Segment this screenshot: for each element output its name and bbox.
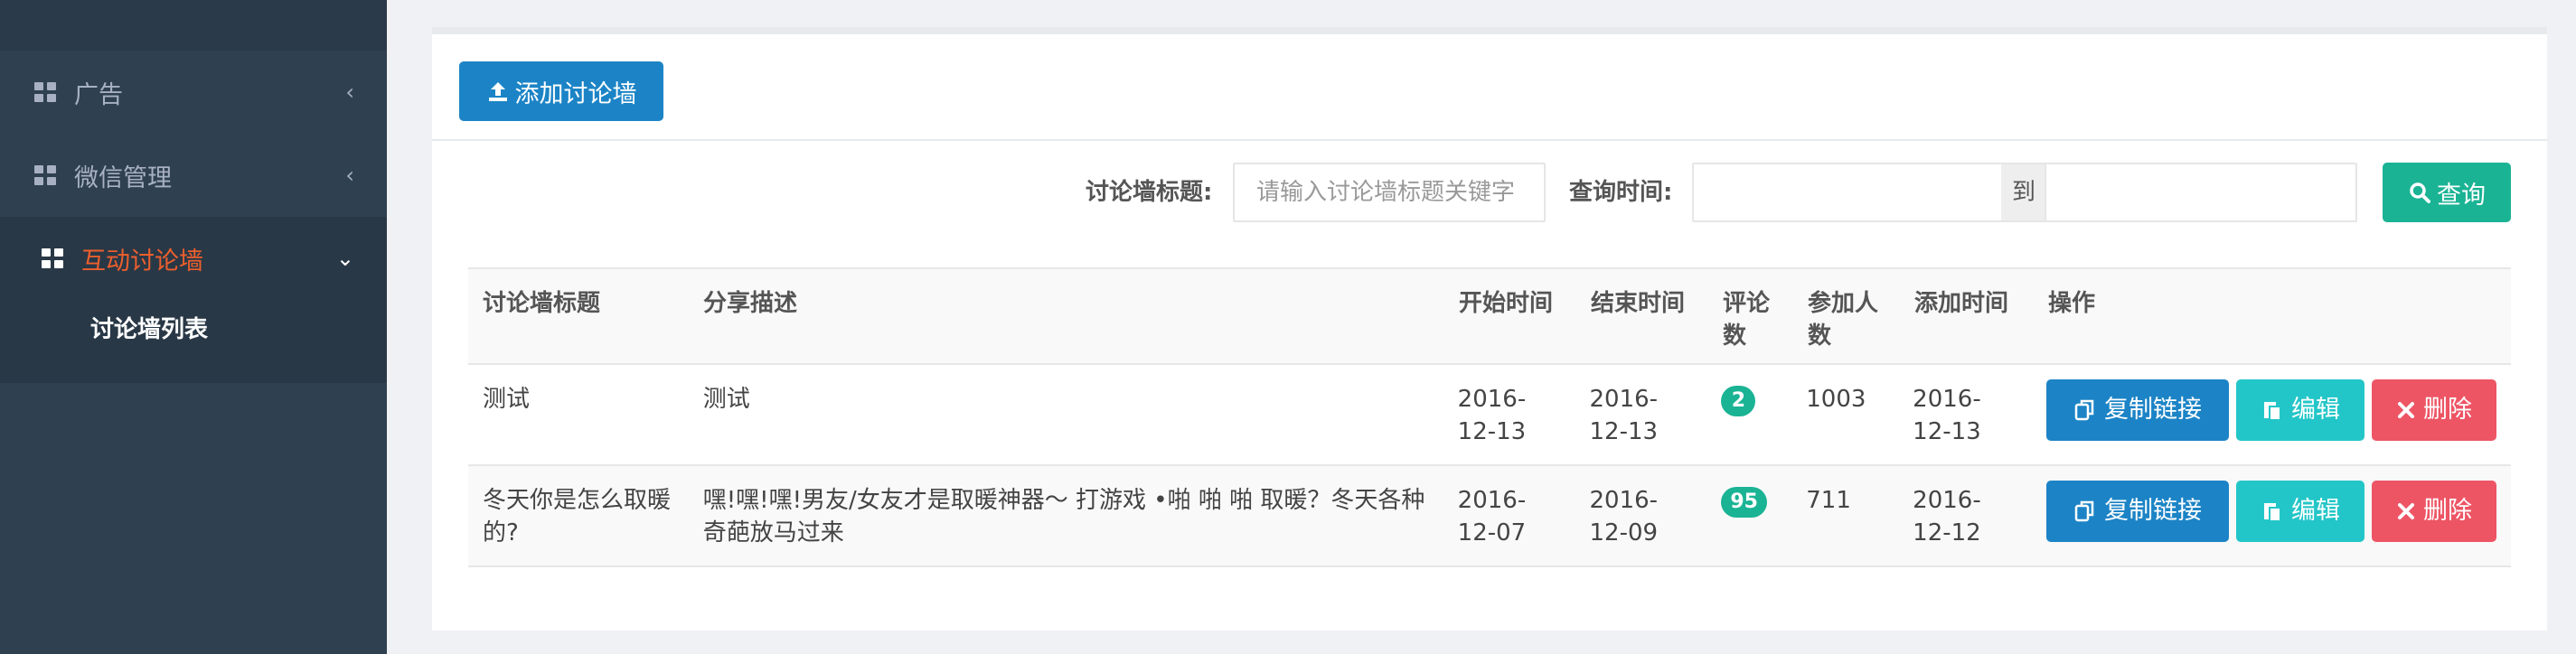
cell-title: 测试 [483, 386, 531, 413]
panel-header: 添加讨论墙 [432, 34, 2547, 141]
grid-icon [34, 82, 56, 102]
search-form: 讨论墙标题: 查询时间: 到 查询 [432, 163, 2547, 226]
grid-icon [34, 165, 56, 185]
time-filter-label: 查询时间: [1569, 179, 1673, 206]
cell-actions: 复制链接 编辑 删除 [2032, 466, 2511, 565]
delete-label: 删除 [2423, 396, 2472, 424]
sidebar-header [0, 0, 387, 51]
column-header[interactable]: 结束时间 [1576, 269, 1708, 363]
edit-button[interactable]: 编辑 [2236, 379, 2364, 441]
query-button[interactable]: 查询 [2383, 163, 2511, 222]
title-filter-label: 讨论墙标题: [1086, 179, 1213, 206]
delete-button[interactable]: 删除 [2372, 379, 2496, 441]
cell-added-time: 2016-12-13 [1913, 386, 1981, 445]
sidebar: 广告 ‹ 微信管理 ‹ 互动讨论墙 ⌄ 讨论墙列表 [0, 0, 387, 654]
sidebar-item-discussion-wall[interactable]: 互动讨论墙 ⌄ [0, 217, 387, 300]
chevron-down-icon: ⌄ [335, 246, 354, 271]
sidebar-item-label: 广告 [74, 80, 123, 109]
delete-button[interactable]: 删除 [2372, 481, 2496, 542]
copy-icon [2074, 399, 2094, 421]
edit-button[interactable]: 编辑 [2236, 481, 2364, 542]
table-header-row: 讨论墙标题 分享描述 开始时间 结束时间 评论数 参加人数 添加时间 操作 [468, 269, 2511, 365]
cell-comments: 95 [1706, 466, 1791, 565]
edit-icon [2264, 402, 2281, 421]
date-range-separator: 到 [2001, 163, 2046, 222]
column-header[interactable]: 分享描述 [689, 269, 1444, 363]
sidebar-submenu: 讨论墙列表 [0, 300, 387, 383]
close-icon [2398, 402, 2414, 418]
cell-participants: 1003 [1806, 386, 1866, 413]
copy-link-button[interactable]: 复制链接 [2046, 379, 2229, 441]
edit-icon [2264, 503, 2281, 522]
cell-actions: 复制链接 编辑 删除 [2032, 365, 2511, 464]
close-icon [2398, 503, 2414, 519]
query-label: 查询 [2437, 181, 2486, 210]
end-date-input[interactable] [2045, 163, 2357, 222]
cell-end-time: 2016-12-13 [1589, 386, 1659, 445]
delete-label: 删除 [2423, 497, 2472, 525]
cell-description: 测试 [702, 386, 750, 413]
cell-title: 冬天你是怎么取暖的? [483, 487, 672, 547]
add-wall-button[interactable]: 添加讨论墙 [459, 61, 663, 121]
copy-icon [2074, 500, 2094, 522]
copy-link-label: 复制链接 [2104, 396, 2202, 424]
chevron-left-icon: ‹ [345, 163, 354, 188]
edit-label: 编辑 [2291, 396, 2340, 424]
cell-participants: 711 [1806, 487, 1851, 514]
table-row: 测试 测试 2016-12-13 2016-12-13 2 1003 2016-… [468, 365, 2511, 466]
column-header[interactable]: 添加时间 [1900, 269, 2034, 363]
column-header[interactable]: 开始时间 [1444, 269, 1576, 363]
sidebar-item-label: 互动讨论墙 [81, 247, 203, 276]
copy-link-label: 复制链接 [2104, 497, 2202, 525]
start-date-input[interactable] [1692, 163, 2003, 222]
edit-label: 编辑 [2291, 497, 2340, 525]
column-header[interactable]: 讨论墙标题 [468, 269, 689, 363]
column-header: 操作 [2048, 290, 2096, 317]
sidebar-item-label: 微信管理 [74, 164, 172, 192]
grid-icon [42, 248, 63, 268]
cell-added-time: 2016-12-12 [1913, 487, 1981, 547]
sidebar-item-ads[interactable]: 广告 ‹ [0, 51, 387, 134]
column-header[interactable]: 参加人数 [1793, 269, 1900, 363]
cell-description: 嘿!嘿!嘿!男友/女友才是取暖神器～ 打游戏 •啪 啪 啪 取暖？冬天各种奇葩放… [702, 487, 1425, 547]
sidebar-item-wechat[interactable]: 微信管理 ‹ [0, 134, 387, 217]
cell-start-time: 2016-12-07 [1457, 487, 1527, 547]
comment-count-badge: 2 [1721, 386, 1756, 416]
cell-start-time: 2016-12-13 [1457, 386, 1527, 445]
cell-end-time: 2016-12-09 [1589, 487, 1659, 547]
copy-link-button[interactable]: 复制链接 [2046, 481, 2229, 542]
comment-count-badge: 95 [1721, 487, 1767, 518]
table-row: 冬天你是怎么取暖的? 嘿!嘿!嘿!男友/女友才是取暖神器～ 打游戏 •啪 啪 啪… [468, 466, 2511, 567]
discussion-wall-table: 讨论墙标题 分享描述 开始时间 结束时间 评论数 参加人数 添加时间 操作 测试… [468, 267, 2511, 567]
upload-icon [488, 82, 507, 101]
title-search-input[interactable] [1233, 163, 1546, 222]
chevron-left-icon: ‹ [345, 79, 354, 105]
sidebar-subitem-wall-list[interactable]: 讨论墙列表 [0, 300, 387, 354]
column-header[interactable]: 评论数 [1708, 269, 1793, 363]
add-wall-label: 添加讨论墙 [514, 79, 637, 108]
content-panel: 添加讨论墙 讨论墙标题: 查询时间: 到 查询 讨论墙标题 分享描述 开始时间 … [432, 27, 2547, 631]
cell-comments: 2 [1706, 365, 1791, 464]
search-icon [2410, 182, 2430, 203]
